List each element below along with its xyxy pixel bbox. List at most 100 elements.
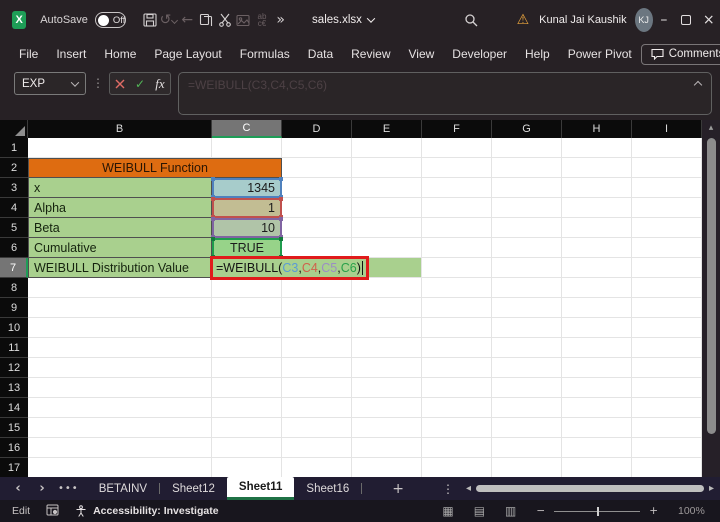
cell-C4[interactable]: 1 xyxy=(211,197,283,219)
cell-H1[interactable] xyxy=(562,138,632,158)
row-header-8[interactable]: 8 xyxy=(0,278,28,298)
row-header-10[interactable]: 10 xyxy=(0,318,28,338)
scroll-left-icon[interactable]: ◂ xyxy=(466,483,471,494)
cell-H12[interactable] xyxy=(562,358,632,378)
cell-D17[interactable] xyxy=(282,458,352,477)
cell-B2[interactable]: WEIBULL Function xyxy=(28,158,282,178)
row-header-11[interactable]: 11 xyxy=(0,338,28,358)
ribbon-tab-view[interactable]: View xyxy=(400,44,444,64)
sheet-tab-sheet16[interactable]: Sheet16 xyxy=(294,477,361,500)
cell-I6[interactable] xyxy=(632,238,702,258)
cell-F11[interactable] xyxy=(422,338,492,358)
cell-I1[interactable] xyxy=(632,138,702,158)
name-box-dropdown-icon[interactable] xyxy=(70,77,80,87)
sensitivity-icon[interactable]: ab c€ xyxy=(253,13,272,28)
cell-C14[interactable] xyxy=(212,398,282,418)
cell-C7[interactable]: =WEIBULL(C3, C4, C5, C6) xyxy=(210,256,422,280)
cell-E9[interactable] xyxy=(352,298,422,318)
cell-H14[interactable] xyxy=(562,398,632,418)
cell-G17[interactable] xyxy=(492,458,562,477)
cell-D13[interactable] xyxy=(282,378,352,398)
page-break-view-icon[interactable]: ▥ xyxy=(505,504,516,518)
cell-D3[interactable] xyxy=(282,178,352,198)
cell-G15[interactable] xyxy=(492,418,562,438)
macro-record-icon[interactable] xyxy=(46,504,59,519)
ribbon-tab-power-pivot[interactable]: Power Pivot xyxy=(559,44,641,64)
ribbon-tab-file[interactable]: File xyxy=(10,44,47,64)
cell-I12[interactable] xyxy=(632,358,702,378)
cell-D15[interactable] xyxy=(282,418,352,438)
cell-E10[interactable] xyxy=(352,318,422,338)
cell-D11[interactable] xyxy=(282,338,352,358)
cell-F10[interactable] xyxy=(422,318,492,338)
cell-G11[interactable] xyxy=(492,338,562,358)
ribbon-tab-home[interactable]: Home xyxy=(95,44,145,64)
zoom-slider[interactable] xyxy=(554,506,641,516)
cell-E1[interactable] xyxy=(352,138,422,158)
vertical-scrollbar[interactable]: ▴ xyxy=(702,120,720,477)
cell-B11[interactable] xyxy=(28,338,212,358)
save-icon[interactable] xyxy=(140,13,159,27)
cell-H11[interactable] xyxy=(562,338,632,358)
formula-bar-resize-handle[interactable]: ⋮ xyxy=(92,76,104,90)
cell-E16[interactable] xyxy=(352,438,422,458)
cell-C17[interactable] xyxy=(212,458,282,477)
cell-G13[interactable] xyxy=(492,378,562,398)
row-header-7[interactable]: 7 xyxy=(0,258,28,278)
cell-B8[interactable] xyxy=(28,278,212,298)
row-header-12[interactable]: 12 xyxy=(0,358,28,378)
ribbon-tab-insert[interactable]: Insert xyxy=(47,44,95,64)
zoom-out-button[interactable]: − xyxy=(536,505,545,517)
cell-C10[interactable] xyxy=(212,318,282,338)
cell-B1[interactable] xyxy=(28,138,212,158)
undo-icon[interactable]: ↺ xyxy=(159,12,179,28)
row-header-16[interactable]: 16 xyxy=(0,438,28,458)
cell-G9[interactable] xyxy=(492,298,562,318)
cell-I7[interactable] xyxy=(632,258,702,278)
prev-sheet-icon[interactable]: ‹ xyxy=(6,481,30,496)
column-header-F[interactable]: F xyxy=(422,120,492,138)
vertical-scrollbar-thumb[interactable] xyxy=(706,138,716,434)
row-header-14[interactable]: 14 xyxy=(0,398,28,418)
cell-F5[interactable] xyxy=(422,218,492,238)
accessibility-status[interactable]: Accessibility: Investigate xyxy=(75,505,219,517)
cell-H3[interactable] xyxy=(562,178,632,198)
scroll-right-icon[interactable]: ▸ xyxy=(709,483,714,494)
cell-I9[interactable] xyxy=(632,298,702,318)
row-header-3[interactable]: 3 xyxy=(0,178,28,198)
cell-G1[interactable] xyxy=(492,138,562,158)
sheet-tab-sheet12[interactable]: Sheet12 xyxy=(160,477,227,500)
cell-H6[interactable] xyxy=(562,238,632,258)
cell-H4[interactable] xyxy=(562,198,632,218)
autosave-toggle[interactable]: Off xyxy=(94,12,127,28)
cell-C15[interactable] xyxy=(212,418,282,438)
ribbon-tab-page-layout[interactable]: Page Layout xyxy=(145,44,230,64)
all-sheets-icon[interactable]: ••• xyxy=(58,483,79,494)
cell-C12[interactable] xyxy=(212,358,282,378)
row-header-2[interactable]: 2 xyxy=(0,158,28,178)
cell-C8[interactable] xyxy=(212,278,282,298)
cell-G10[interactable] xyxy=(492,318,562,338)
cell-D14[interactable] xyxy=(282,398,352,418)
cell-G14[interactable] xyxy=(492,398,562,418)
next-sheet-icon[interactable]: › xyxy=(30,481,54,496)
cell-F12[interactable] xyxy=(422,358,492,378)
column-header-E[interactable]: E xyxy=(352,120,422,138)
cell-G5[interactable] xyxy=(492,218,562,238)
sheet-tab-betainv[interactable]: BETAINV xyxy=(87,477,159,500)
cell-B17[interactable] xyxy=(28,458,212,477)
cell-B12[interactable] xyxy=(28,358,212,378)
cell-I3[interactable] xyxy=(632,178,702,198)
cell-B6[interactable]: Cumulative xyxy=(28,238,212,258)
cell-F15[interactable] xyxy=(422,418,492,438)
new-sheet-button[interactable]: + xyxy=(392,481,404,497)
minimize-button[interactable]: – xyxy=(653,0,675,40)
row-header-1[interactable]: 1 xyxy=(0,138,28,158)
cell-C13[interactable] xyxy=(212,378,282,398)
ribbon-tab-data[interactable]: Data xyxy=(299,44,342,64)
sheet-options-icon[interactable]: ⋮ xyxy=(442,482,454,496)
cell-C3[interactable]: 1345 xyxy=(211,177,283,199)
cell-I4[interactable] xyxy=(632,198,702,218)
sheet-tab-sheet11[interactable]: Sheet11 xyxy=(226,477,295,500)
cell-D10[interactable] xyxy=(282,318,352,338)
